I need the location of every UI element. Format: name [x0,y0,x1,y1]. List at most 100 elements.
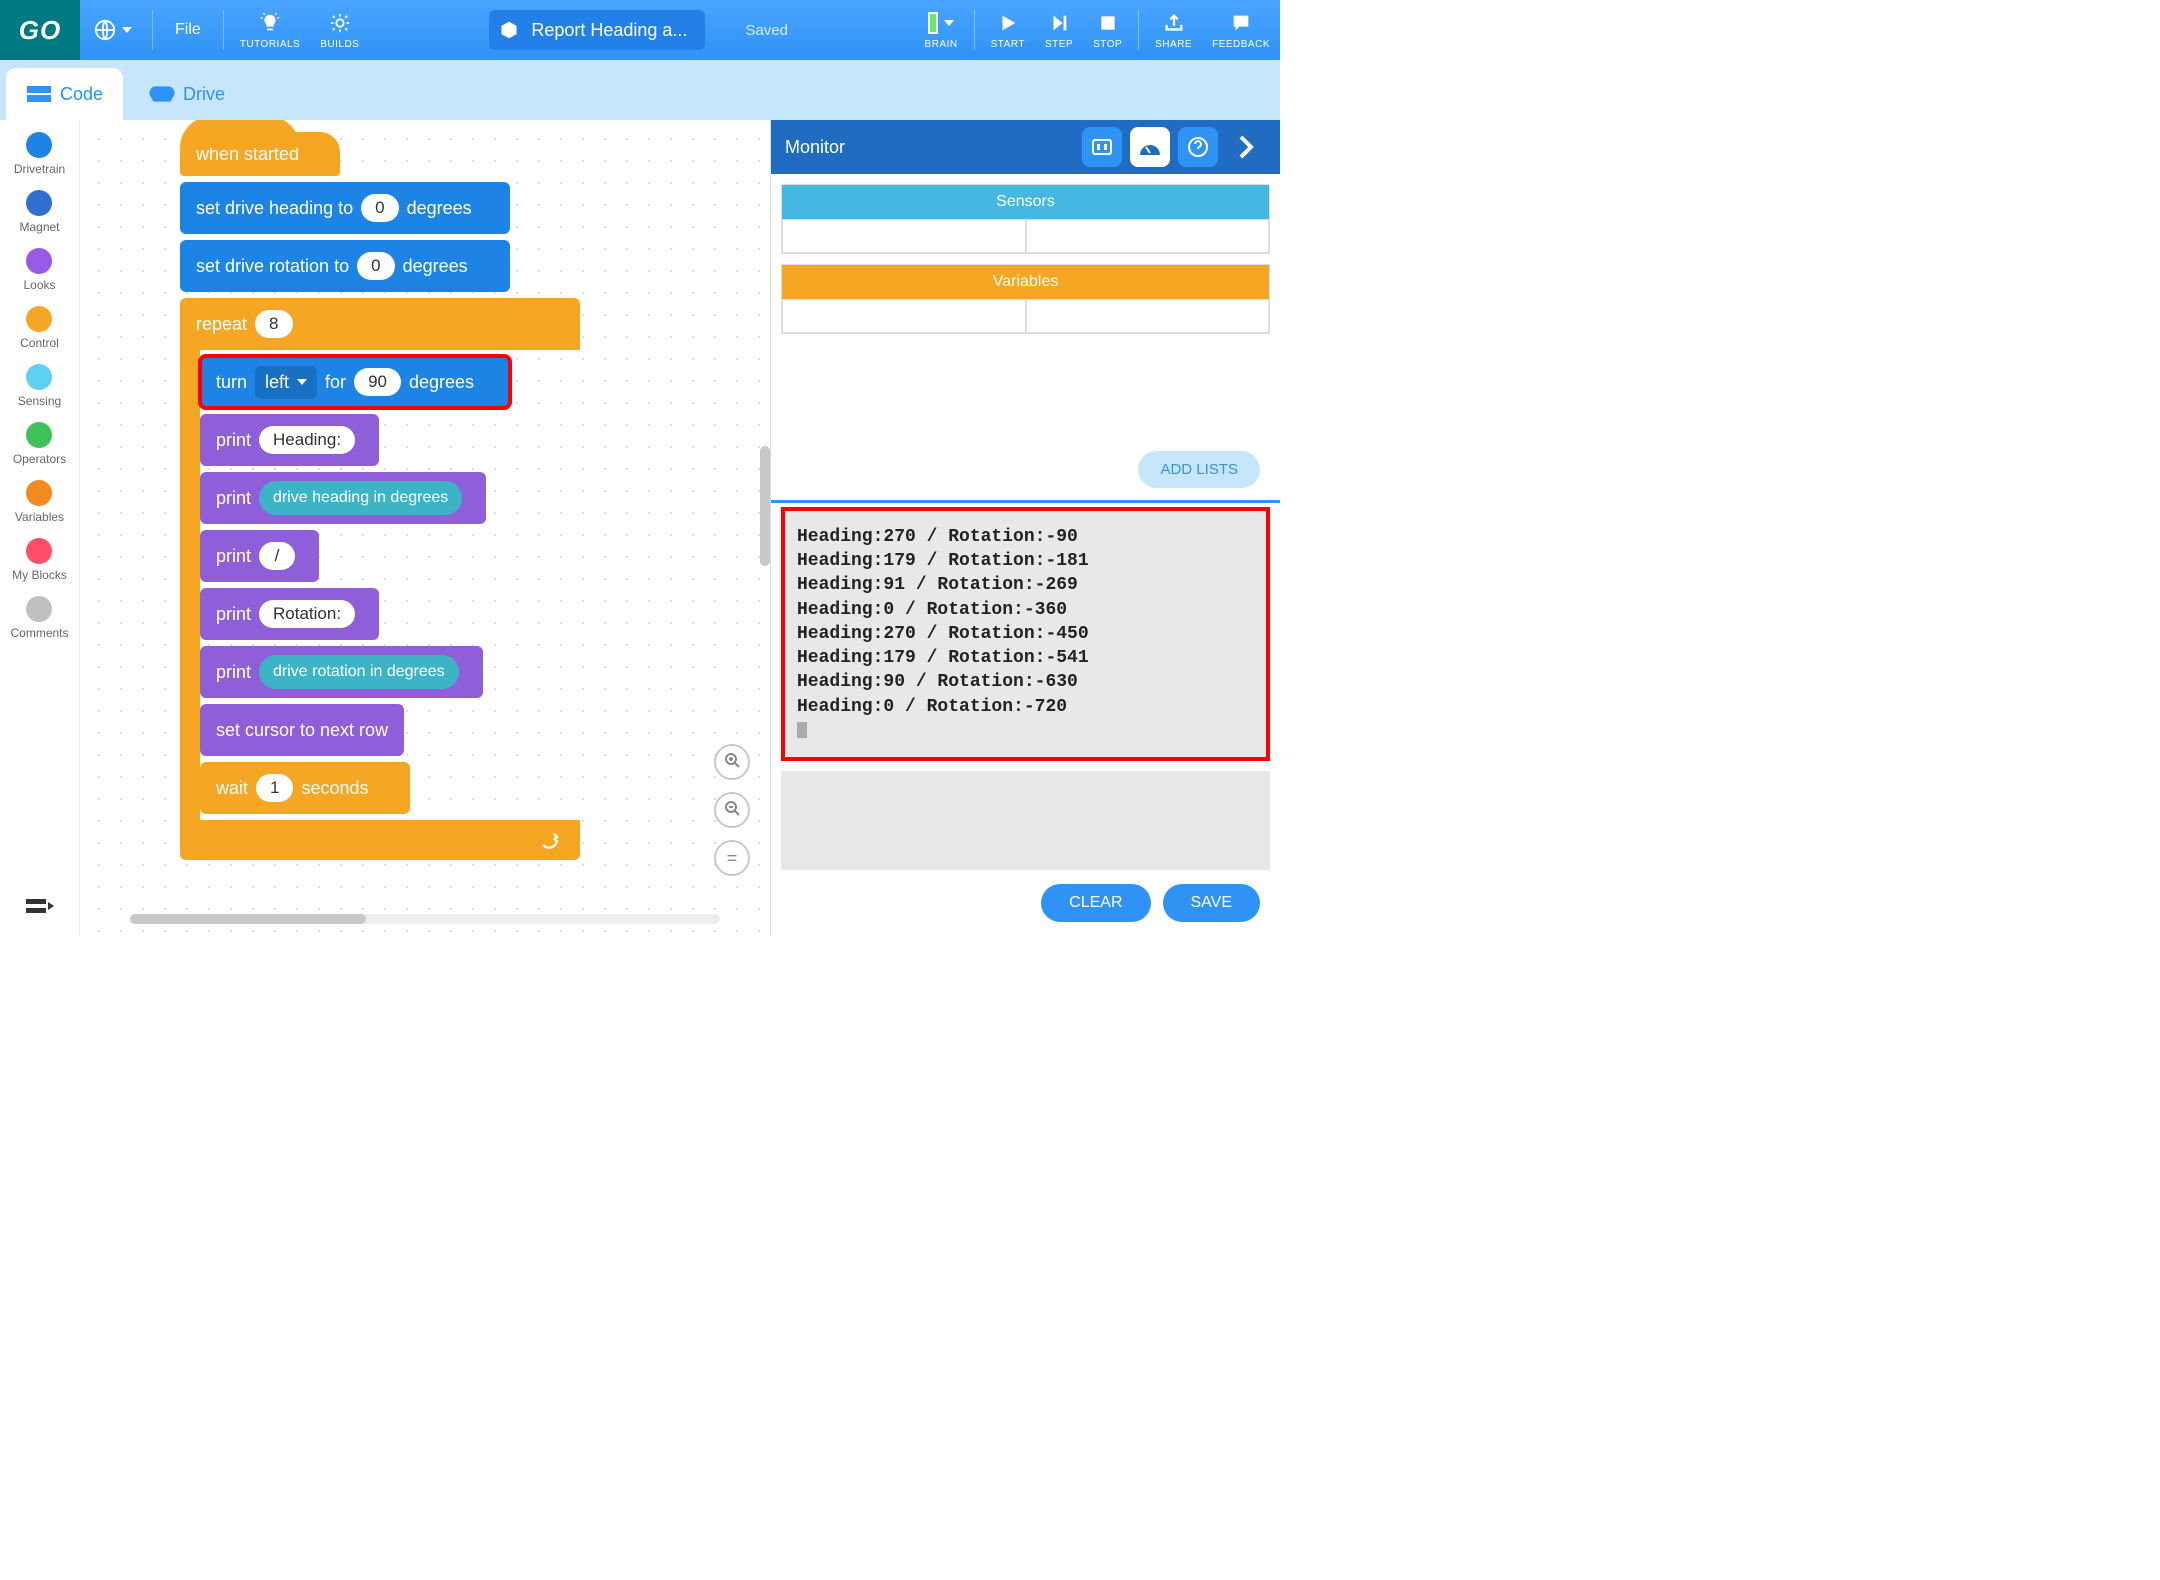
palette-comments[interactable]: Comments [10,596,68,640]
palette-magnet[interactable]: Magnet [10,190,68,234]
zoom-out-icon [724,800,740,816]
project-title[interactable]: Report Heading a... [489,10,705,50]
logo: GO [0,0,80,60]
tab-row: Code Drive [0,60,1280,120]
help-button[interactable] [1178,127,1218,167]
console-output: Heading:270 / Rotation:-90Heading:179 / … [781,507,1270,762]
block-set-cursor[interactable]: set cursor to next row [200,704,404,756]
code-canvas[interactable]: when started set drive heading to 0 degr… [80,120,770,936]
heading-input[interactable]: 0 [361,194,398,222]
block-print-slash[interactable]: print / [200,530,319,582]
palette-drivetrain[interactable]: Drivetrain [10,132,68,176]
tab-drive[interactable]: Drive [129,68,245,120]
save-status: Saved [745,22,788,39]
wait-input[interactable]: 1 [256,774,293,802]
loop-arrow-icon [540,831,560,849]
add-lists-button[interactable]: ADD LISTS [1138,451,1260,488]
chat-icon [1228,10,1254,36]
block-set-heading[interactable]: set drive heading to 0 degrees [180,182,510,234]
save-button[interactable]: SAVE [1163,884,1261,922]
category-dot-icon [26,538,52,564]
sensors-table: Sensors [781,184,1270,254]
clear-button[interactable]: CLEAR [1041,884,1150,922]
monitor-title: Monitor [785,137,845,158]
category-dot-icon [26,190,52,216]
share-icon [1161,10,1187,36]
repeat-input[interactable]: 8 [255,310,292,338]
print-text-input[interactable]: / [259,542,295,570]
port-icon [1091,138,1113,156]
stop-button[interactable]: STOP [1083,0,1132,60]
category-dot-icon [26,422,52,448]
turn-degrees-input[interactable]: 90 [354,368,401,396]
block-print-heading[interactable]: print Heading: [200,414,379,466]
zoom-reset-button[interactable]: = [714,840,750,876]
print-text-input[interactable]: Rotation: [259,600,355,628]
vertical-scrollbar[interactable] [760,446,770,566]
device-button[interactable] [1082,127,1122,167]
dashboard-button[interactable] [1130,127,1170,167]
play-icon [995,10,1021,36]
variables-table: Variables [781,264,1270,334]
tutorials-button[interactable]: TUTORIALS [230,0,310,60]
stop-icon [1095,10,1121,36]
zoom-in-button[interactable] [714,744,750,780]
block-repeat[interactable]: repeat 8 turn left for 90 degrees [180,298,580,860]
monitor-panel: Monitor Sensors Variables ADD LISTS Head… [770,120,1280,936]
rotation-input[interactable]: 0 [357,252,394,280]
tab-code[interactable]: Code [6,68,123,120]
gauge-icon [1138,137,1162,157]
chevron-down-icon [944,20,954,26]
help-icon [1187,136,1209,158]
brain-icon [928,12,938,34]
gamepad-icon [149,84,175,104]
block-print-drive-heading[interactable]: print drive heading in degrees [200,472,486,524]
expand-button[interactable] [1226,127,1266,167]
category-dot-icon [26,364,52,390]
zoom-in-icon [724,752,740,768]
category-dot-icon [26,306,52,332]
print-text-input[interactable]: Heading: [259,426,355,454]
turn-direction-dropdown[interactable]: left [255,366,317,399]
file-menu[interactable]: File [159,0,217,60]
language-button[interactable] [80,0,146,60]
category-dot-icon [26,596,52,622]
category-dot-icon [26,248,52,274]
block-wait[interactable]: wait 1 seconds [200,762,410,814]
palette-operators[interactable]: Operators [10,422,68,466]
block-icon [499,20,519,40]
category-dot-icon [26,480,52,506]
block-print-rotation[interactable]: print Rotation: [200,588,379,640]
chevron-right-icon [1237,133,1255,161]
feedback-button[interactable]: FEEDBACK [1202,0,1280,60]
step-icon [1046,10,1072,36]
lightbulb-icon [257,10,283,36]
builds-button[interactable]: BUILDS [310,0,369,60]
gear-icon [327,10,353,36]
chevron-down-icon [122,27,132,33]
sensing-reporter[interactable]: drive rotation in degrees [259,655,459,689]
collapse-icon [26,896,54,916]
block-print-drive-rotation[interactable]: print drive rotation in degrees [200,646,483,698]
step-button[interactable]: STEP [1035,0,1083,60]
palette-variables[interactable]: Variables [10,480,68,524]
zoom-out-button[interactable] [714,792,750,828]
block-palette: Drivetrain Magnet Looks Control Sensing Opera… [0,120,80,936]
category-dot-icon [26,132,52,158]
blocks-icon [26,84,52,104]
block-when-started[interactable]: when started [180,132,340,176]
horizontal-scrollbar[interactable] [130,914,720,924]
top-toolbar: GO File TUTORIALS BUILDS Report Heading … [0,0,1280,60]
share-button[interactable]: SHARE [1145,0,1202,60]
globe-icon [94,19,116,41]
palette-sensing[interactable]: Sensing [10,364,68,408]
block-turn[interactable]: turn left for 90 degrees [200,356,510,408]
brain-button[interactable]: BRAIN [915,0,968,60]
start-button[interactable]: START [981,0,1035,60]
collapse-button[interactable] [0,876,80,936]
sensing-reporter[interactable]: drive heading in degrees [259,481,462,515]
palette-my-blocks[interactable]: My Blocks [10,538,68,582]
block-set-rotation[interactable]: set drive rotation to 0 degrees [180,240,510,292]
palette-looks[interactable]: Looks [10,248,68,292]
palette-control[interactable]: Control [10,306,68,350]
